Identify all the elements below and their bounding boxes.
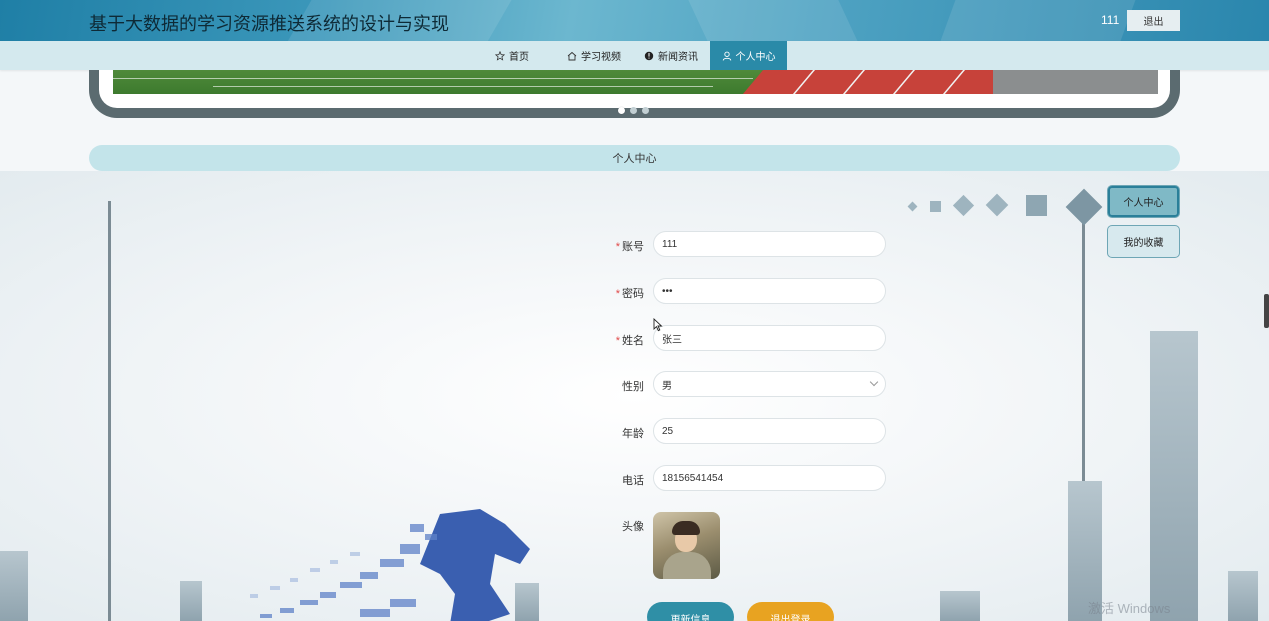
logout-button[interactable]: 退出登录 xyxy=(747,602,834,621)
building xyxy=(180,581,202,621)
info-icon xyxy=(644,51,654,61)
carousel-image xyxy=(113,70,1158,94)
nav-item-videos[interactable]: 学习视频 xyxy=(556,41,632,70)
nav-item-label: 学习视频 xyxy=(581,52,621,63)
current-username: 111 xyxy=(1101,13,1120,27)
diamond-deco xyxy=(1065,188,1103,226)
update-info-button[interactable]: 更新信息 xyxy=(647,602,734,621)
gender-label: 性别 xyxy=(622,381,644,393)
carousel-dot-3[interactable] xyxy=(642,107,649,114)
star-icon xyxy=(495,50,505,61)
phone-label: 电话 xyxy=(622,475,644,487)
home-icon xyxy=(567,51,577,61)
name-label: * 姓名 xyxy=(615,335,644,347)
lamp-pole xyxy=(108,201,111,621)
side-menu-label: 我的收藏 xyxy=(1123,238,1164,249)
required-mark: * xyxy=(615,335,620,347)
runner-graphic xyxy=(250,509,530,621)
building xyxy=(0,551,28,621)
windows-activation-watermark: 激活 Windows xyxy=(1088,601,1171,616)
side-menu-label: 个人中心 xyxy=(1123,198,1164,209)
building xyxy=(940,591,980,621)
age-field[interactable]: 25 xyxy=(653,418,886,444)
carousel-dot-1[interactable] xyxy=(618,107,625,114)
age-label: 年龄 xyxy=(622,428,644,440)
nav-item-home[interactable]: 首页 xyxy=(482,41,542,70)
site-title: 基于大数据的学习资源推送系统的设计与实现 xyxy=(89,14,449,34)
name-field[interactable]: 张三 xyxy=(653,325,886,351)
required-mark: * xyxy=(615,241,620,253)
account-field[interactable]: 111 xyxy=(653,231,886,257)
header-logout-button[interactable]: 退出 xyxy=(1127,10,1180,31)
building xyxy=(1150,331,1198,621)
diamond-deco xyxy=(1026,195,1047,216)
diamond-deco xyxy=(930,201,941,212)
diamond-deco xyxy=(952,194,975,217)
mouse-cursor-icon xyxy=(653,318,663,332)
nav-item-label: 首页 xyxy=(509,52,529,63)
avatar-upload[interactable] xyxy=(653,512,720,579)
section-title-bar: 个人中心 xyxy=(89,145,1180,171)
diamond-deco xyxy=(985,193,1009,217)
side-menu-favorites[interactable]: 我的收藏 xyxy=(1107,225,1180,258)
scroll-handle[interactable] xyxy=(1264,294,1269,328)
nav-item-news[interactable]: 新闻资讯 xyxy=(636,41,706,70)
password-label: * 密码 xyxy=(615,288,644,300)
password-field[interactable]: ••• xyxy=(653,278,886,304)
nav-item-label: 个人中心 xyxy=(735,52,776,63)
nav-item-profile[interactable]: 个人中心 xyxy=(710,41,787,70)
carousel-indicators xyxy=(618,107,649,114)
gender-select[interactable]: 男 xyxy=(653,371,886,397)
diamond-deco xyxy=(907,201,918,212)
top-header: 基于大数据的学习资源推送系统的设计与实现 111 退出 xyxy=(0,0,1269,41)
user-icon xyxy=(722,51,732,61)
nav-item-label: 新闻资讯 xyxy=(658,52,698,63)
main-nav: 首页 学习视频 新闻资讯 个人中心 xyxy=(0,41,1269,70)
phone-field[interactable]: 18156541454 xyxy=(653,465,886,491)
side-menu-profile[interactable]: 个人中心 xyxy=(1107,185,1180,218)
section-title: 个人中心 xyxy=(612,153,657,165)
required-mark: * xyxy=(615,288,620,300)
building xyxy=(1228,571,1258,621)
chevron-down-icon xyxy=(869,377,879,387)
avatar-label: 头像 xyxy=(622,521,644,533)
carousel-dot-2[interactable] xyxy=(630,107,637,114)
account-label: * 账号 xyxy=(615,241,644,253)
